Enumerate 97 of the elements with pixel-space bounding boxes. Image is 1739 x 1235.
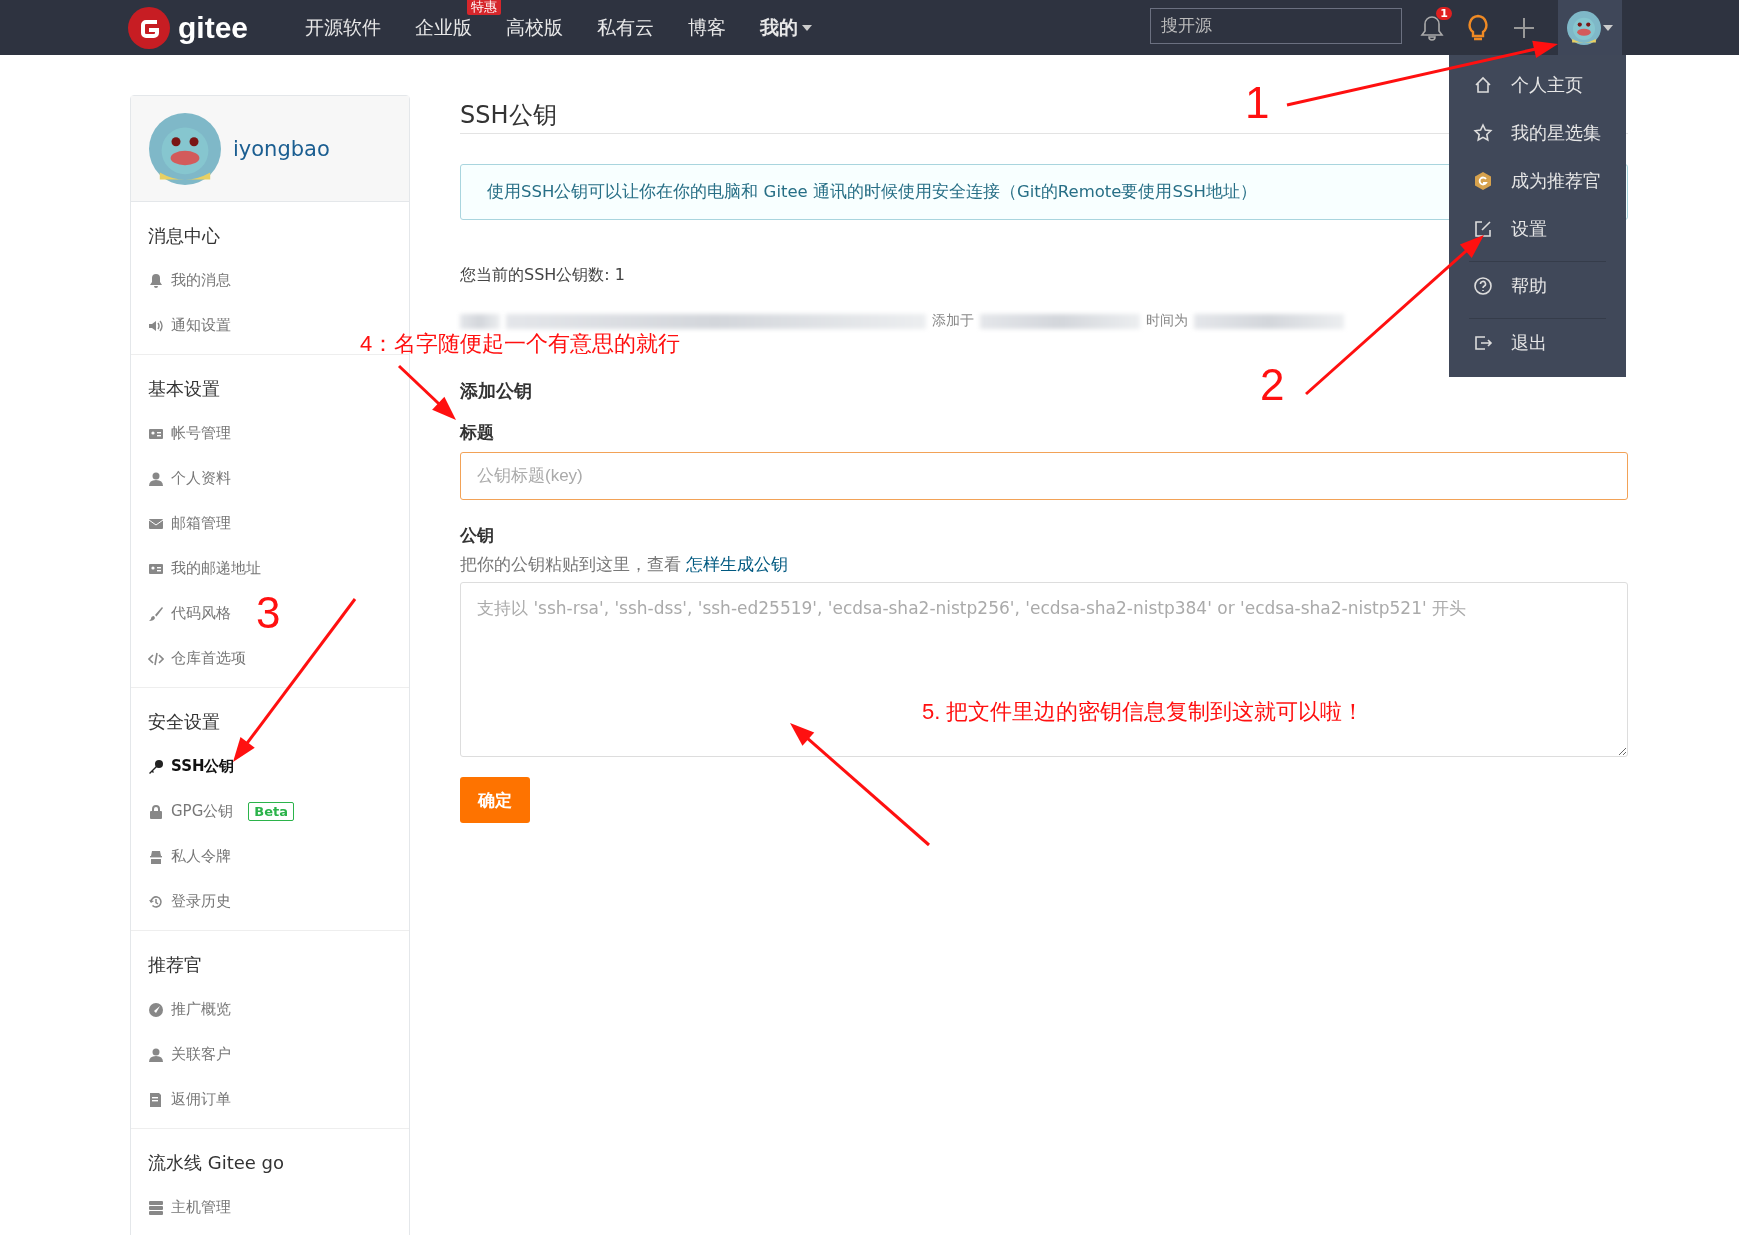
logout-icon xyxy=(1473,333,1493,353)
sidebar-item[interactable]: SSH公钥 xyxy=(131,744,241,789)
menu-item[interactable]: 帮助 xyxy=(1469,261,1606,310)
section-title: 推荐官 xyxy=(147,953,203,977)
sidebar-item[interactable]: 返佣订单 xyxy=(131,1077,237,1122)
section-heading: 添加公钥 xyxy=(460,379,532,403)
gauge-icon xyxy=(148,1001,164,1018)
edit-icon xyxy=(1473,219,1493,239)
promo-badge: 特惠 xyxy=(467,0,502,15)
home-icon xyxy=(1473,75,1493,95)
annotation-number: 3 xyxy=(256,588,281,638)
help-icon xyxy=(1473,276,1493,296)
annotation-note: 4：名字随便起一个有意思的就行 xyxy=(360,330,681,358)
sidebar-item[interactable]: 邮箱管理 xyxy=(131,501,237,546)
sidebar-item[interactable]: 代码风格 xyxy=(131,591,237,636)
sidebar-item-label: 我的消息 xyxy=(171,271,231,290)
spy-icon xyxy=(148,848,164,865)
sidebar-item[interactable]: 私人令牌 xyxy=(131,834,237,879)
sidebar-item[interactable]: 通知设置 xyxy=(131,303,237,348)
section-title: 基本设置 xyxy=(147,377,221,401)
code-icon xyxy=(148,650,164,667)
sidebar-item-label: 关联客户 xyxy=(171,1045,231,1064)
field-hint: 把你的公钥粘贴到这里，查看 怎样生成公钥 xyxy=(460,553,790,576)
title-input-field[interactable]: 公钥标题(key) xyxy=(460,452,1628,500)
user-icon xyxy=(148,1046,164,1063)
plus-icon[interactable] xyxy=(1512,15,1536,40)
sidebar-item-label: 邮箱管理 xyxy=(171,514,231,533)
sidebar-item-label: 返佣订单 xyxy=(171,1090,231,1109)
caret-icon xyxy=(1603,24,1613,31)
nav-link[interactable]: 博客 xyxy=(688,14,727,41)
sidebar-item-label: 代码风格 xyxy=(171,604,231,623)
menu-item[interactable]: 我的星选集 xyxy=(1449,109,1626,157)
logo-text[interactable]: gitee xyxy=(178,10,249,45)
lock-icon xyxy=(148,803,164,820)
sidebar-item[interactable]: 主机管理 xyxy=(131,1185,237,1230)
sidebar-item-label: 帐号管理 xyxy=(171,424,231,443)
lightbulb-icon[interactable] xyxy=(1466,13,1490,42)
sidebar-item[interactable]: 登录历史 xyxy=(131,879,237,924)
nav-link[interactable]: 我的 xyxy=(760,14,813,41)
sidebar-item-label: 个人资料 xyxy=(171,469,231,488)
help-link[interactable]: 怎样生成公钥 xyxy=(686,554,789,574)
sidebar-item[interactable]: 我的邮递地址 xyxy=(131,546,267,591)
server-icon xyxy=(148,1199,164,1216)
blurred-region xyxy=(460,313,500,329)
field-label: 公钥 xyxy=(460,524,494,547)
caret-icon xyxy=(802,24,813,31)
sidebar-item[interactable]: 仓库首选项 xyxy=(131,636,252,681)
user-icon xyxy=(148,470,164,487)
annotation-note: 5. 把文件里边的密钥信息复制到这就可以啦！ xyxy=(922,698,1365,726)
logo-icon[interactable] xyxy=(128,6,170,49)
document-icon xyxy=(148,1091,164,1108)
field-label: 标题 xyxy=(460,421,494,444)
sidebar-item-label: 私人令牌 xyxy=(171,847,231,866)
sidebar-item[interactable]: 个人资料 xyxy=(131,456,237,501)
sidebar-item-label: 仓库首选项 xyxy=(171,649,246,668)
menu-item[interactable]: 退出 xyxy=(1469,318,1606,367)
sidebar-item-label: 推广概览 xyxy=(171,1000,231,1019)
nav-link[interactable]: 开源软件 xyxy=(305,14,382,41)
annotation-number: 1 xyxy=(1245,78,1270,128)
section-title: 流水线 Gitee go xyxy=(147,1151,286,1175)
history-icon xyxy=(148,893,164,910)
sidebar-item[interactable]: GPG公钥 Beta xyxy=(131,789,300,834)
bell-icon xyxy=(148,272,164,289)
menu-item[interactable]: 成为推荐官 xyxy=(1449,157,1626,205)
star-icon xyxy=(1473,123,1493,143)
menu-item[interactable]: 个人主页 xyxy=(1449,61,1626,109)
username[interactable]: iyongbao xyxy=(233,136,330,161)
search-field[interactable]: 搜开源 xyxy=(1150,8,1402,44)
nav-link[interactable]: 高校版 xyxy=(506,14,564,41)
added-label: 添加于 xyxy=(932,312,974,330)
sidebar-item-label: 主机管理 xyxy=(171,1198,231,1217)
sidebar-item-label: 通知设置 xyxy=(171,316,231,335)
avatar-icon xyxy=(149,112,221,185)
sidebar-item-label: 登录历史 xyxy=(171,892,231,911)
annotation-arrow xyxy=(397,364,456,420)
menu-item[interactable]: 设置 xyxy=(1449,205,1626,253)
sidebar-item-label: GPG公钥 xyxy=(171,802,234,821)
nav-link[interactable]: 企业版 xyxy=(415,14,473,41)
avatar-menu-button[interactable] xyxy=(1558,0,1622,55)
hexagon-logo-icon xyxy=(1473,171,1493,191)
key-count-text: 您当前的SSH公钥数: 1 xyxy=(460,265,625,286)
avatar-icon xyxy=(1567,10,1601,45)
notification-count: 1 xyxy=(1436,6,1452,20)
time-label: 时间为 xyxy=(1146,312,1188,330)
key-icon xyxy=(148,758,164,775)
sidebar-item[interactable]: 关联客户 xyxy=(131,1032,237,1077)
section-title: 消息中心 xyxy=(147,224,221,248)
sidebar-item-label: SSH公钥 xyxy=(171,757,235,776)
beta-badge: Beta xyxy=(248,802,294,821)
sidebar-item[interactable]: 我的消息 xyxy=(131,258,237,303)
nav-link[interactable]: 私有云 xyxy=(597,14,655,41)
section-title: 安全设置 xyxy=(147,710,221,734)
annotation-number: 2 xyxy=(1260,360,1285,410)
sidebar-item[interactable]: 推广概览 xyxy=(131,987,237,1032)
sidebar-item[interactable]: 帐号管理 xyxy=(131,411,237,456)
sidebar-item-label: 我的邮递地址 xyxy=(171,559,261,578)
brush-icon xyxy=(148,605,164,622)
